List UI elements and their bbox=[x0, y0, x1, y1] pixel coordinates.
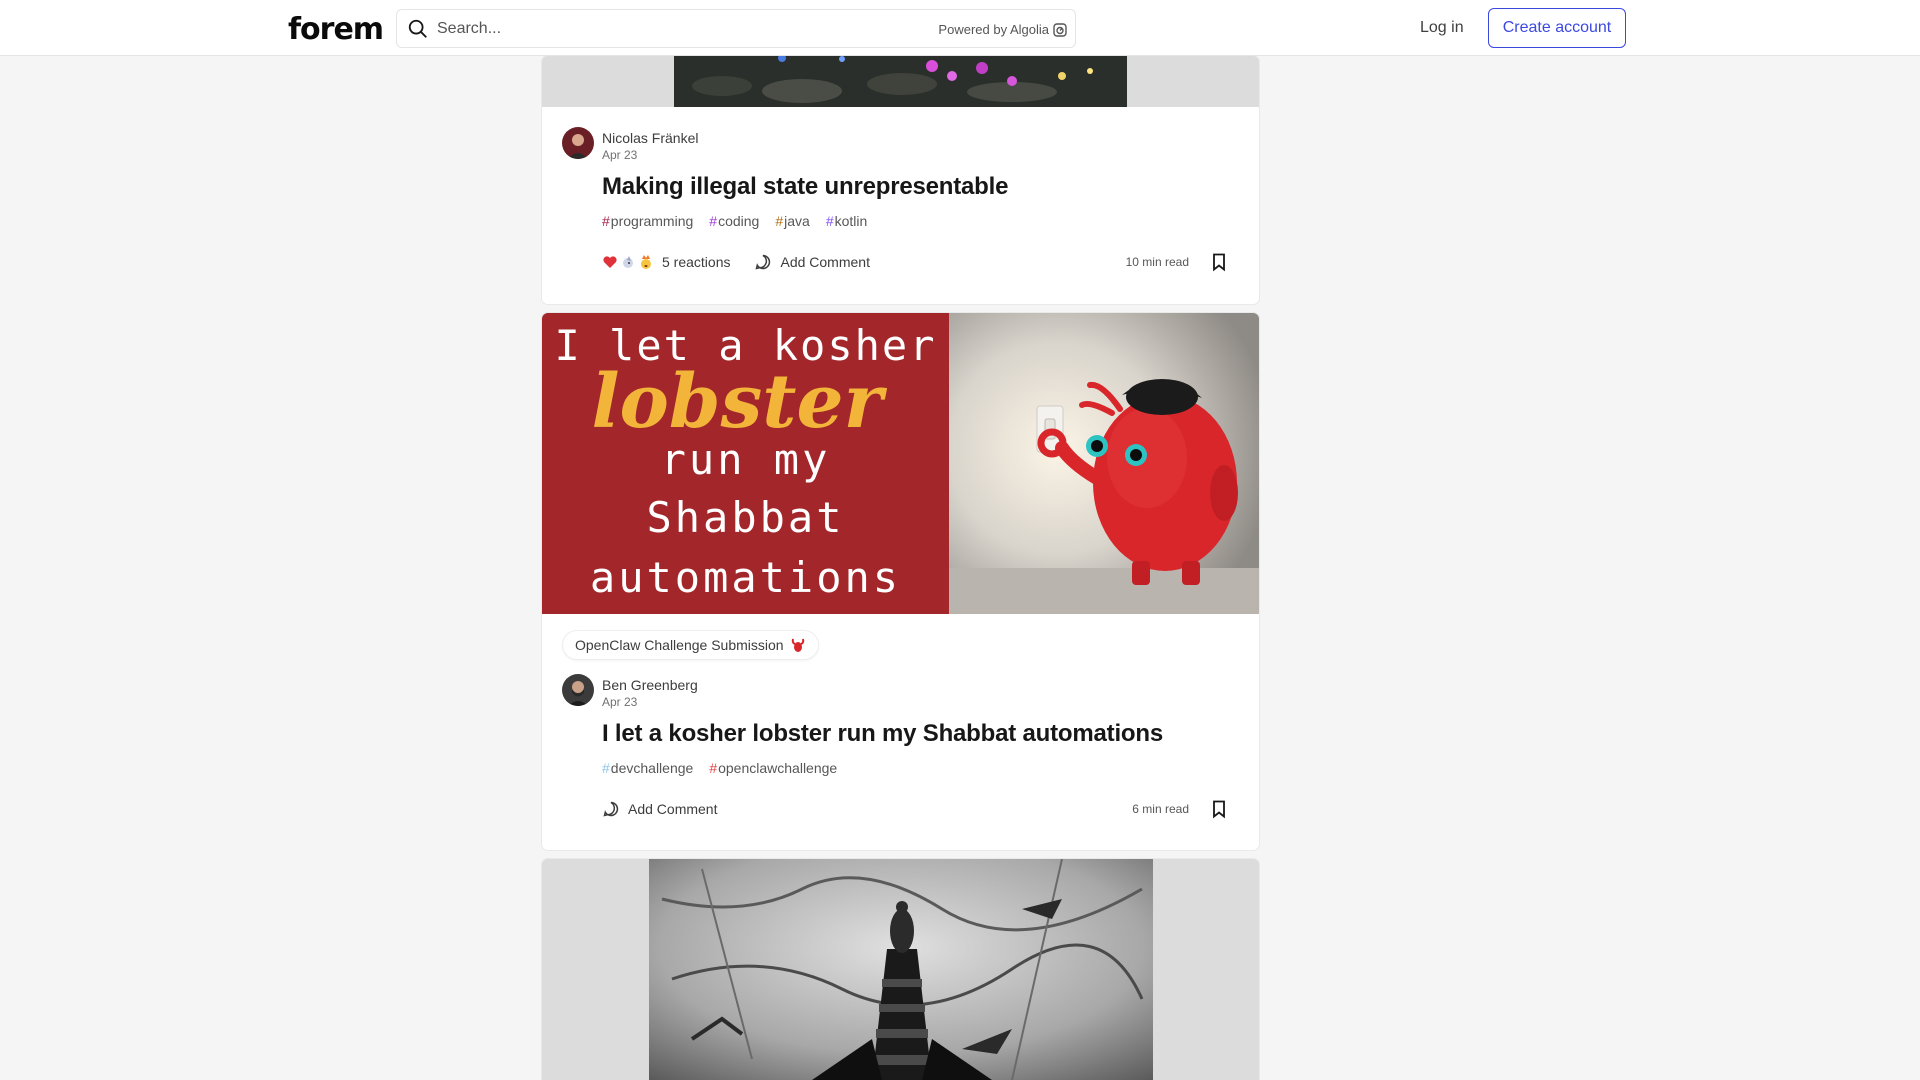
post-actions: Add Comment 6 min read bbox=[602, 794, 1229, 824]
post-date[interactable]: Apr 23 bbox=[602, 694, 698, 710]
cover-line-2: lobster bbox=[591, 359, 883, 445]
tag-label: openclawchallenge bbox=[718, 760, 838, 776]
add-comment-button[interactable]: Add Comment bbox=[602, 800, 717, 818]
search-icon[interactable] bbox=[407, 18, 429, 40]
reactions-count: 5 reactions bbox=[662, 254, 731, 270]
tag-programming[interactable]: #programming bbox=[602, 213, 693, 229]
bookmark-icon[interactable] bbox=[1209, 252, 1229, 272]
lobster-icon bbox=[791, 638, 804, 652]
tag-java[interactable]: #java bbox=[775, 213, 809, 229]
exploding-head-icon bbox=[641, 255, 651, 269]
badge-label: OpenClaw Challenge Submission bbox=[575, 637, 784, 653]
search-bar: Powered by Algolia bbox=[396, 9, 1076, 48]
avatar[interactable] bbox=[562, 127, 594, 159]
cover-text: I let a kosher lobster run my Shabbat au… bbox=[542, 313, 949, 614]
post-title[interactable]: Making illegal state unrepresentable bbox=[602, 173, 1008, 201]
post-title[interactable]: I let a kosher lobster run my Shabbat au… bbox=[602, 720, 1163, 748]
add-comment-label: Add Comment bbox=[628, 801, 718, 817]
avatar[interactable] bbox=[562, 674, 594, 706]
tag-openclawchallenge[interactable]: #openclawchallenge bbox=[709, 760, 837, 776]
bookmark-icon[interactable] bbox=[1209, 799, 1229, 819]
post-body: Nicolas Fränkel Apr 23 Making illegal st… bbox=[542, 107, 1259, 304]
heart-icon bbox=[603, 256, 617, 268]
algolia-icon bbox=[1053, 22, 1067, 37]
avatar-image bbox=[562, 674, 594, 706]
search-input[interactable] bbox=[437, 14, 877, 44]
author-row: Nicolas Fränkel Apr 23 bbox=[562, 127, 698, 163]
tag-hash: # bbox=[709, 760, 718, 776]
tag-devchallenge[interactable]: #devchallenge bbox=[602, 760, 693, 776]
tag-hash: # bbox=[602, 213, 610, 229]
author-name[interactable]: Nicolas Fränkel bbox=[602, 129, 698, 147]
post-actions: 5 reactions Add Comment 10 min read bbox=[602, 247, 1229, 277]
tag-label: kotlin bbox=[834, 213, 868, 229]
post-cover-image[interactable]: I let a kosher lobster run my Shabbat au… bbox=[542, 313, 1259, 614]
tag-label: java bbox=[784, 213, 810, 229]
cover-line-4: Shabbat bbox=[646, 493, 845, 542]
login-link[interactable]: Log in bbox=[1404, 10, 1480, 46]
unicorn-icon bbox=[623, 256, 633, 268]
comment-icon bbox=[755, 254, 771, 270]
post-card[interactable] bbox=[542, 859, 1259, 1080]
tag-label: coding bbox=[718, 213, 760, 229]
add-comment-label: Add Comment bbox=[780, 254, 870, 270]
cover-line-5: automations bbox=[589, 553, 902, 602]
tag-kotlin[interactable]: #kotlin bbox=[826, 213, 867, 229]
tag-coding[interactable]: #coding bbox=[709, 213, 759, 229]
tag-list: #devchallenge #openclawchallenge bbox=[602, 760, 837, 776]
tag-hash: # bbox=[825, 213, 834, 229]
top-header: forem Powered by Algolia Log in Create a… bbox=[0, 0, 1920, 56]
cover-image bbox=[542, 56, 1259, 107]
cover-line-3: run my bbox=[660, 435, 831, 484]
tag-label: devchallenge bbox=[610, 760, 694, 776]
author-name[interactable]: Ben Greenberg bbox=[602, 676, 698, 694]
post-cover-image[interactable] bbox=[542, 859, 1259, 1080]
forem-logo[interactable]: forem bbox=[288, 12, 384, 47]
avatar-image bbox=[562, 127, 594, 159]
post-cover-image[interactable] bbox=[542, 56, 1259, 107]
reactions-button[interactable]: 5 reactions bbox=[602, 254, 730, 270]
read-time: 6 min read bbox=[1132, 802, 1189, 816]
comment-icon bbox=[603, 801, 619, 817]
tag-list: #programming #coding #java #kotlin bbox=[602, 213, 867, 229]
create-account-button[interactable]: Create account bbox=[1488, 8, 1626, 48]
post-date[interactable]: Apr 23 bbox=[602, 147, 698, 163]
tag-hash: # bbox=[775, 213, 784, 229]
read-time: 10 min read bbox=[1125, 255, 1189, 269]
challenge-badge[interactable]: OpenClaw Challenge Submission bbox=[562, 630, 819, 660]
tag-hash: # bbox=[602, 760, 610, 776]
powered-by-algolia[interactable]: Powered by Algolia bbox=[938, 22, 1067, 37]
post-body: OpenClaw Challenge Submission Ben Greenb… bbox=[542, 614, 1259, 850]
author-row: Ben Greenberg Apr 23 bbox=[562, 674, 698, 710]
post-card[interactable]: Nicolas Fränkel Apr 23 Making illegal st… bbox=[542, 56, 1259, 304]
powered-by-label: Powered by Algolia bbox=[938, 22, 1049, 37]
post-card[interactable]: I let a kosher lobster run my Shabbat au… bbox=[542, 313, 1259, 850]
add-comment-button[interactable]: Add Comment bbox=[754, 253, 870, 271]
tag-hash: # bbox=[709, 213, 718, 229]
cover-image bbox=[542, 859, 1259, 1080]
tag-label: programming bbox=[610, 213, 694, 229]
